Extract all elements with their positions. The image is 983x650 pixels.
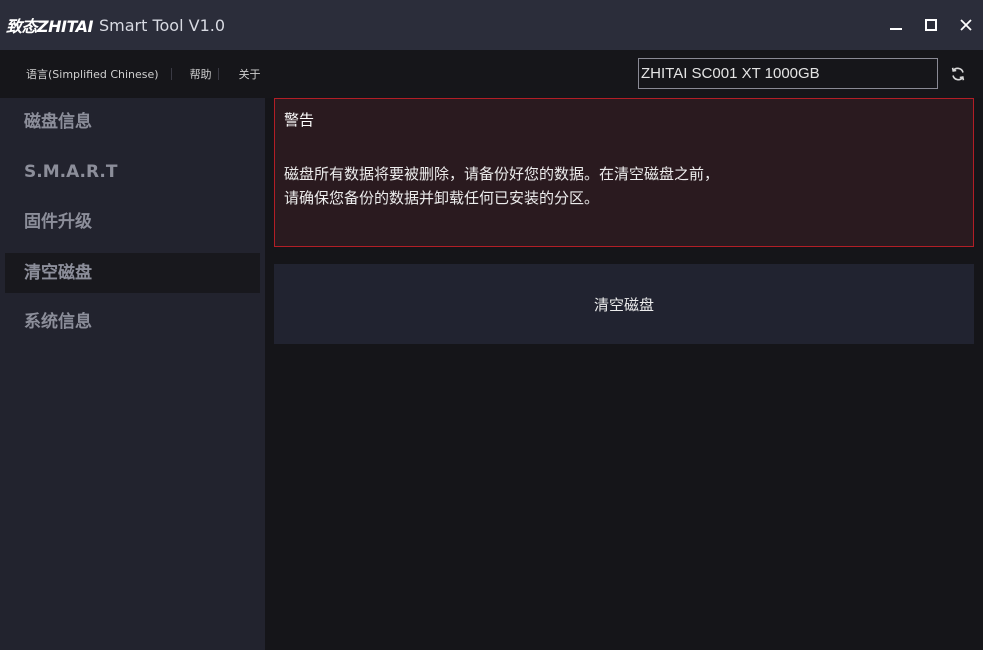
sidebar-item-firmware-upgrade[interactable]: 固件升级 bbox=[5, 202, 260, 242]
warning-message-line-1: 磁盘所有数据将要被删除，请备份好您的数据。在清空磁盘之前， bbox=[284, 165, 720, 183]
sidebar-item-smart[interactable]: S.M.A.R.T bbox=[5, 152, 260, 192]
warning-message-line-2: 请确保您备份的数据并卸载任何已安装的分区。 bbox=[284, 189, 600, 207]
minimize-icon bbox=[889, 28, 902, 30]
warning-title: 警告 bbox=[284, 111, 315, 129]
close-icon bbox=[959, 19, 972, 31]
erase-disk-button[interactable]: 清空磁盘 bbox=[274, 264, 974, 344]
device-select[interactable]: ZHITAI SC001 XT 1000GB bbox=[638, 58, 938, 89]
title-bar: 致态ZHITAI Smart Tool V1.0 bbox=[0, 0, 983, 50]
sidebar-item-disk-info[interactable]: 磁盘信息 bbox=[5, 102, 260, 142]
maximize-button[interactable] bbox=[913, 0, 948, 50]
menu-bar: 语言(Simplified Chinese) 帮助 关于 ZHITAI SC00… bbox=[0, 50, 983, 98]
maximize-icon bbox=[924, 19, 937, 31]
menu-item-help[interactable]: 帮助 bbox=[190, 66, 212, 82]
sidebar: 磁盘信息 S.M.A.R.T 固件升级 清空磁盘 系统信息 bbox=[0, 98, 265, 650]
refresh-button[interactable] bbox=[948, 64, 968, 84]
sidebar-item-erase-disk[interactable]: 清空磁盘 bbox=[5, 253, 260, 293]
menu-item-about[interactable]: 关于 bbox=[239, 66, 261, 82]
menu-divider bbox=[217, 68, 219, 80]
close-button[interactable] bbox=[948, 0, 983, 50]
menu-item-language[interactable]: 语言(Simplified Chinese) bbox=[26, 66, 159, 82]
minimize-button[interactable] bbox=[878, 0, 913, 50]
sidebar-item-system-info[interactable]: 系统信息 bbox=[5, 302, 260, 342]
window-controls bbox=[878, 0, 983, 50]
app-window: 致态ZHITAI Smart Tool V1.0 语言(Simplified C… bbox=[0, 0, 983, 650]
refresh-icon bbox=[951, 67, 965, 81]
warning-panel: 警告 磁盘所有数据将要被删除，请备份好您的数据。在清空磁盘之前， 请确保您备份的… bbox=[274, 98, 974, 247]
app-title: Smart Tool V1.0 bbox=[98, 15, 226, 35]
menu-divider bbox=[170, 68, 172, 80]
brand-logo: 致态ZHITAI bbox=[6, 17, 93, 36]
